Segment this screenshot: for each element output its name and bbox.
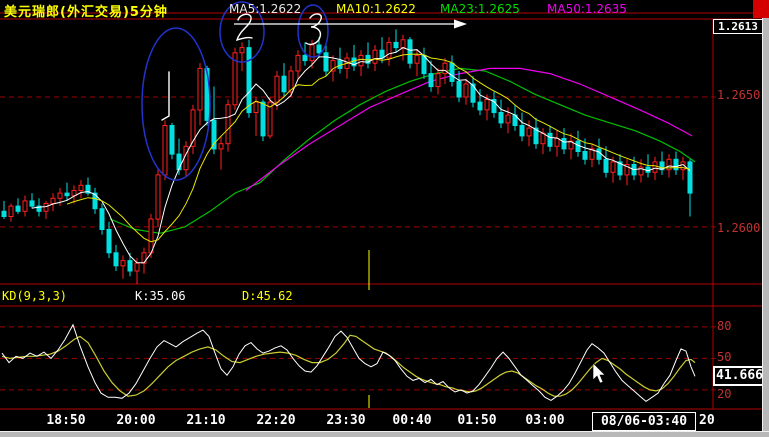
chart-title: 美元瑞郎(外汇交易)5分钟 [4, 5, 168, 20]
kd-k-value: K:35.06 [135, 289, 186, 303]
kd-indicator-label: KD(9,3,3) [2, 289, 68, 303]
mouse-cursor [592, 362, 606, 384]
time-label-right: 20 [699, 413, 715, 428]
ma23-label: MA23:1.2625 [440, 2, 520, 16]
bottom-window-edge [0, 431, 769, 437]
last-price-box: 1.2613 [713, 19, 763, 34]
time-label: 23:30 [326, 413, 366, 428]
crosshair-datetime-box: 08/06-03:40 [592, 412, 696, 431]
kd-axis-20: 20 [717, 387, 732, 401]
time-label: 18:50 [46, 413, 86, 428]
price-label-12650: 1.2650 [717, 88, 761, 102]
annotation-digit-2 [235, 13, 253, 42]
time-label: 21:10 [186, 413, 226, 428]
time-label: 20:00 [116, 413, 156, 428]
trading-app-window: 美元瑞郎(外汇交易)5分钟 MA5:1.2622 MA10:1.2622 MA2… [0, 0, 769, 437]
time-label: 01:50 [457, 413, 497, 428]
vertical-scrollbar[interactable] [762, 18, 769, 432]
kd-axis-50: 50 [717, 350, 732, 364]
kd-axis-80: 80 [717, 319, 732, 333]
kd-d-value: D:45.62 [242, 289, 293, 303]
kd-cursor-readout-box: 41.666 [713, 366, 766, 386]
time-label: 00:40 [392, 413, 432, 428]
ma50-label: MA50:1.2635 [547, 2, 627, 16]
ma10-label: MA10:1.2622 [336, 2, 416, 16]
ma5-label: MA5:1.2622 [229, 2, 302, 16]
corner-red-block [753, 0, 769, 18]
time-label: 22:20 [256, 413, 296, 428]
price-label-12600: 1.2600 [717, 221, 761, 235]
time-label: 03:00 [525, 413, 565, 428]
candlestick-chart-canvas[interactable] [0, 0, 769, 437]
annotation-digit-1 [161, 71, 170, 121]
